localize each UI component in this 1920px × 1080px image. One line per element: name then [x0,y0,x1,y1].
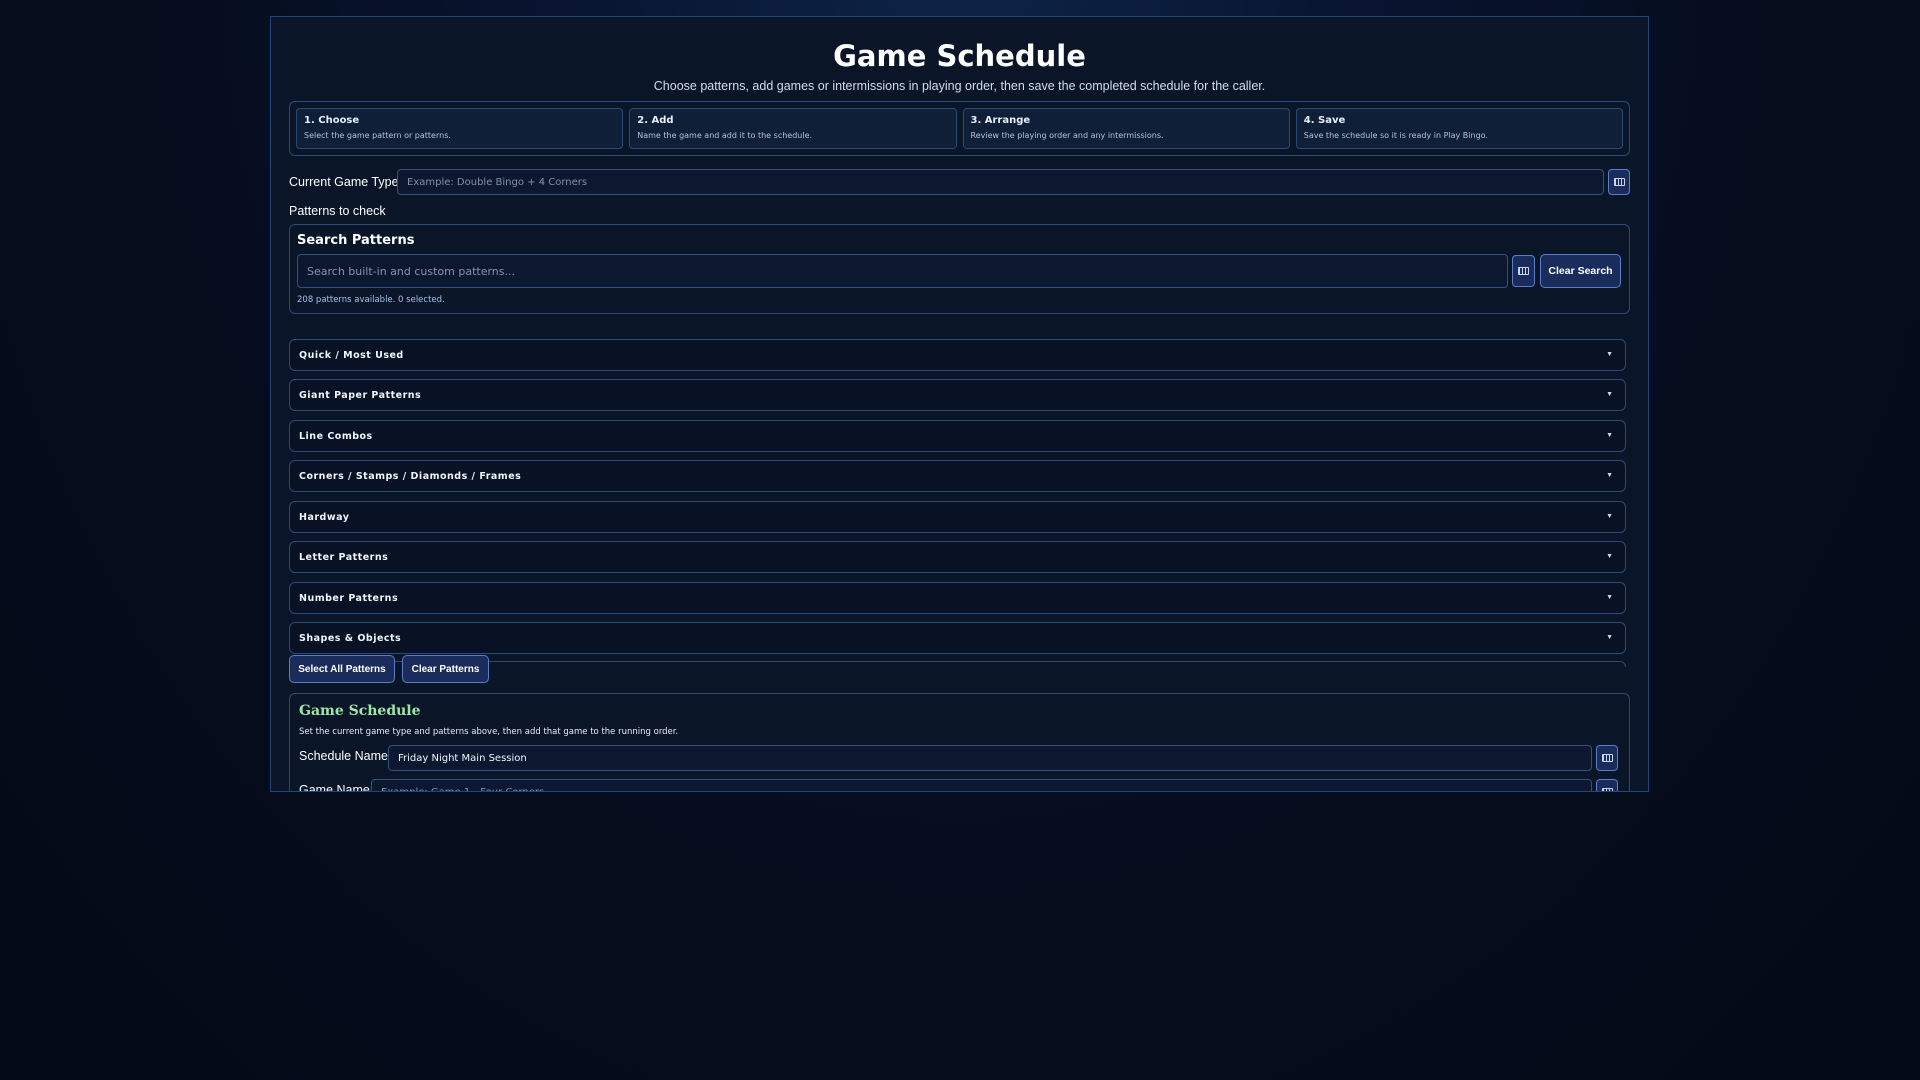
step-save: 4. Save Save the schedule so it is ready… [1295,108,1623,149]
category-label: Number Patterns [299,593,399,604]
chevron-down-icon: ▼ [1606,594,1613,601]
step-add: 2. Add Name the game and add it to the s… [629,108,957,149]
game-type-input[interactable]: Example: Double Bingo + 4 Corners [397,169,1604,195]
game-schedule-section: Game Schedule Set the current game type … [289,693,1630,792]
clear-search-button[interactable]: Clear Search [1540,254,1621,288]
game-name-keyboard-button[interactable] [1596,779,1618,791]
step-desc: Select the game pattern or patterns. [304,131,451,140]
game-type-label: Current Game Type [289,175,399,189]
search-patterns-title: Search Patterns [297,233,415,248]
chevron-down-icon: ▼ [1606,351,1613,358]
search-patterns-section: Search Patterns Search built-in and cust… [289,224,1630,314]
step-desc: Name the game and add it to the schedule… [637,131,813,140]
category-label: Line Combos [299,431,373,442]
game-type-keyboard-button[interactable] [1608,169,1630,195]
game-name-input[interactable]: Example: Game 1 - Four Corners [371,779,1592,791]
patterns-to-check-label: Patterns to check [289,204,386,218]
category-label: Shapes & Objects [299,633,402,644]
schedule-name-input[interactable]: Friday Night Main Session [388,745,1592,771]
category-quick-most-used[interactable]: Quick / Most Used ▼ [289,339,1626,371]
category-label: Corners / Stamps / Diamonds / Frames [299,471,522,482]
game-schedule-panel: Game Schedule Choose patterns, add games… [270,16,1649,792]
category-label: Quick / Most Used [299,350,404,361]
schedule-section-title: Game Schedule [299,703,421,719]
search-keyboard-button[interactable] [1512,255,1535,287]
step-title: 4. Save [1303,115,1346,126]
schedule-name-keyboard-button[interactable] [1596,745,1618,771]
keyboard-icon [1601,754,1613,762]
search-input[interactable]: Search built-in and custom patterns... [297,254,1508,288]
category-corners-stamps-diamonds-frames[interactable]: Corners / Stamps / Diamonds / Frames ▼ [289,460,1626,492]
game-name-label: Game Name [299,783,370,792]
category-shapes-objects[interactable]: Shapes & Objects ▼ [289,622,1626,654]
category-list-overflow-edge [289,661,1626,667]
schedule-section-desc: Set the current game type and patterns a… [299,727,679,737]
chevron-down-icon: ▼ [1606,472,1613,479]
category-label: Giant Paper Patterns [299,390,422,401]
category-line-combos[interactable]: Line Combos ▼ [289,420,1626,452]
category-hardway[interactable]: Hardway ▼ [289,501,1626,533]
page-title: Game Schedule [833,39,1086,73]
category-number-patterns[interactable]: Number Patterns ▼ [289,582,1626,614]
keyboard-icon [1518,267,1529,275]
category-label: Letter Patterns [299,552,389,563]
chevron-down-icon: ▼ [1606,391,1613,398]
pattern-count-status: 208 patterns available. 0 selected. [297,295,445,305]
select-all-patterns-button[interactable]: Select All Patterns [289,655,395,683]
step-desc: Save the schedule so it is ready in Play… [1303,131,1488,140]
category-label: Hardway [299,512,350,523]
category-letter-patterns[interactable]: Letter Patterns ▼ [289,541,1626,573]
keyboard-icon [1601,788,1613,791]
step-title: 2. Add [637,115,674,126]
category-giant-paper-patterns[interactable]: Giant Paper Patterns ▼ [289,379,1626,411]
clear-patterns-button[interactable]: Clear Patterns [402,655,489,683]
chevron-down-icon: ▼ [1606,634,1613,641]
schedule-name-label: Schedule Name [299,749,388,763]
step-title: 3. Arrange [970,115,1031,126]
step-arrange: 3. Arrange Review the playing order and … [962,108,1290,149]
steps-bar: 1. Choose Select the game pattern or pat… [289,101,1630,156]
step-choose: 1. Choose Select the game pattern or pat… [296,108,624,149]
step-title: 1. Choose [304,115,360,126]
chevron-down-icon: ▼ [1606,432,1613,439]
chevron-down-icon: ▼ [1606,513,1613,520]
step-desc: Review the playing order and any intermi… [970,131,1164,140]
chevron-down-icon: ▼ [1606,553,1613,560]
page-subtitle: Choose patterns, add games or intermissi… [653,79,1266,93]
keyboard-icon [1613,178,1625,186]
